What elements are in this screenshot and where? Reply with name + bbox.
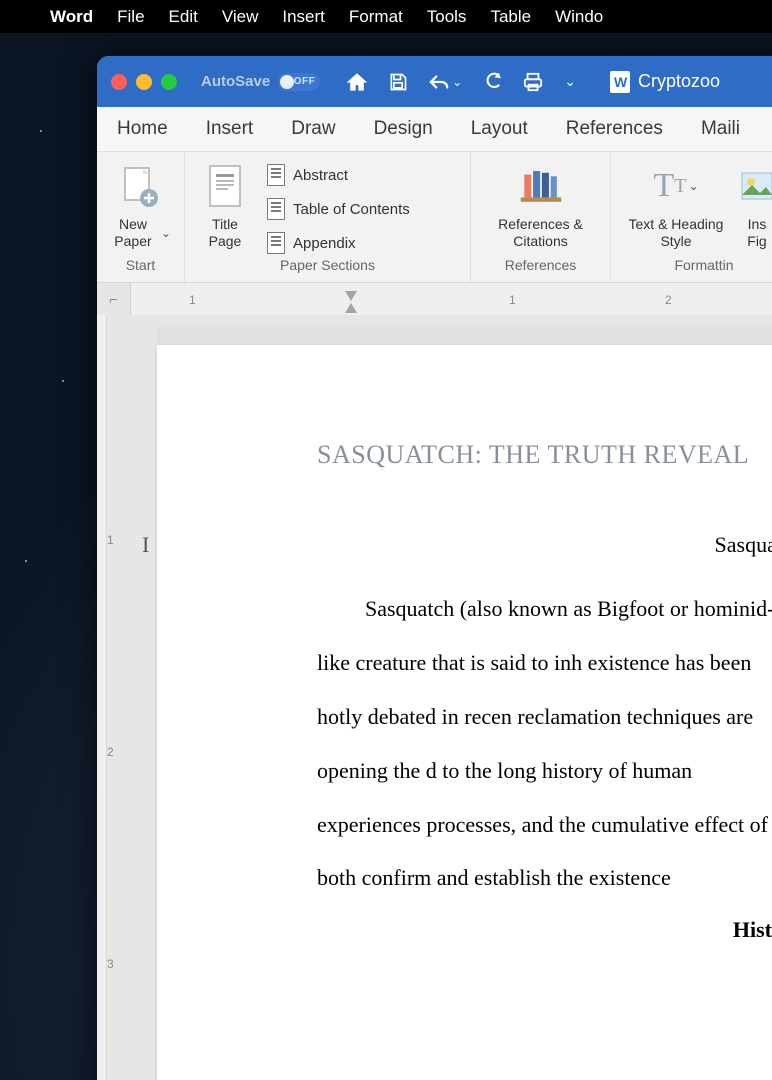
home-icon[interactable] <box>346 72 368 92</box>
ribbon-tabs: Home Insert Draw Design Layout Reference… <box>97 107 772 151</box>
chevron-down-icon[interactable]: ⌄ <box>452 75 462 89</box>
close-icon[interactable] <box>111 74 127 90</box>
autosave-switch[interactable]: OFF <box>278 73 320 91</box>
redo-icon[interactable] <box>482 72 502 92</box>
window-titlebar: AutoSave OFF ⌄ ⌄ <box>97 56 772 107</box>
tab-references[interactable]: References <box>564 112 665 146</box>
save-icon[interactable] <box>388 72 408 92</box>
ribbon: New Paper⌄ Start Title Page Abstract <box>97 151 772 283</box>
page-icon <box>267 198 285 220</box>
print-icon[interactable] <box>522 72 544 92</box>
autosave-toggle[interactable]: AutoSave OFF <box>201 73 320 91</box>
tab-draw[interactable]: Draw <box>289 112 337 146</box>
page-icon <box>267 164 285 186</box>
word-file-icon <box>610 71 630 93</box>
tab-home[interactable]: Home <box>115 112 170 146</box>
text-cursor-icon: I <box>142 532 149 558</box>
group-caption-start: Start <box>107 254 174 278</box>
document-heading2: Histo <box>317 917 772 943</box>
word-window: AutoSave OFF ⌄ ⌄ <box>97 56 772 1080</box>
indent-marker-top[interactable] <box>345 291 357 301</box>
undo-icon[interactable]: ⌄ <box>428 72 462 92</box>
menu-view[interactable]: View <box>210 7 271 27</box>
horizontal-ruler[interactable]: ⌐ 1 1 2 <box>97 283 772 315</box>
title-page-button[interactable]: Title Page <box>195 160 255 250</box>
document-body: Sasquatch (also known as Bigfoot or homi… <box>317 582 772 905</box>
group-caption-formatting: Formattin <box>621 254 772 278</box>
document-workspace: 1 2 3 SASQUATCH: THE TRUTH REVEAL I Sasq… <box>97 315 772 1080</box>
menu-insert[interactable]: Insert <box>270 7 337 27</box>
document-subtitle: Sasquat <box>715 532 772 557</box>
zoom-icon[interactable] <box>161 74 177 90</box>
menu-edit[interactable]: Edit <box>157 7 210 27</box>
references-citations-button[interactable]: References & Citations <box>481 160 600 250</box>
indent-marker-bottom[interactable] <box>345 303 357 313</box>
menu-file[interactable]: File <box>105 7 156 27</box>
traffic-lights <box>111 74 177 90</box>
insert-figure-button[interactable]: Ins Fig <box>737 160 772 250</box>
abstract-button[interactable]: Abstract <box>261 160 416 190</box>
minimize-icon[interactable] <box>136 74 152 90</box>
document-header: SASQUATCH: THE TRUTH REVEAL <box>317 440 772 470</box>
tab-stop-selector[interactable]: ⌐ <box>97 283 131 315</box>
menu-app[interactable]: Word <box>38 7 105 27</box>
page-icon <box>267 232 285 254</box>
chevron-down-icon[interactable]: ⌄ <box>161 226 171 240</box>
appendix-button[interactable]: Appendix <box>261 228 416 258</box>
customize-toolbar-icon[interactable]: ⌄ <box>564 73 576 90</box>
tab-mailings[interactable]: Maili <box>699 112 742 146</box>
vertical-ruler[interactable]: 1 2 3 <box>97 315 107 1080</box>
autosave-label: AutoSave <box>201 73 270 90</box>
chevron-down-icon[interactable]: ⌄ <box>688 179 698 193</box>
document-page[interactable]: SASQUATCH: THE TRUTH REVEAL I Sasquat Sa… <box>157 345 772 1080</box>
text-heading-style-button[interactable]: TT⌄ Text & Heading Style <box>621 160 731 250</box>
menu-window[interactable]: Windo <box>543 7 615 27</box>
tab-design[interactable]: Design <box>372 112 435 146</box>
menu-format[interactable]: Format <box>337 7 415 27</box>
group-caption-paper-sections: Paper Sections <box>195 254 460 278</box>
tab-layout[interactable]: Layout <box>469 112 530 146</box>
new-paper-button[interactable]: New Paper⌄ <box>107 160 171 250</box>
document-title[interactable]: Cryptozoo <box>610 71 720 93</box>
menu-tools[interactable]: Tools <box>415 7 479 27</box>
group-caption-references: References <box>481 254 600 278</box>
toc-button[interactable]: Table of Contents <box>261 194 416 224</box>
macos-menubar: Word File Edit View Insert Format Tools … <box>0 0 772 33</box>
menu-table[interactable]: Table <box>478 7 543 27</box>
tab-insert[interactable]: Insert <box>204 112 256 146</box>
